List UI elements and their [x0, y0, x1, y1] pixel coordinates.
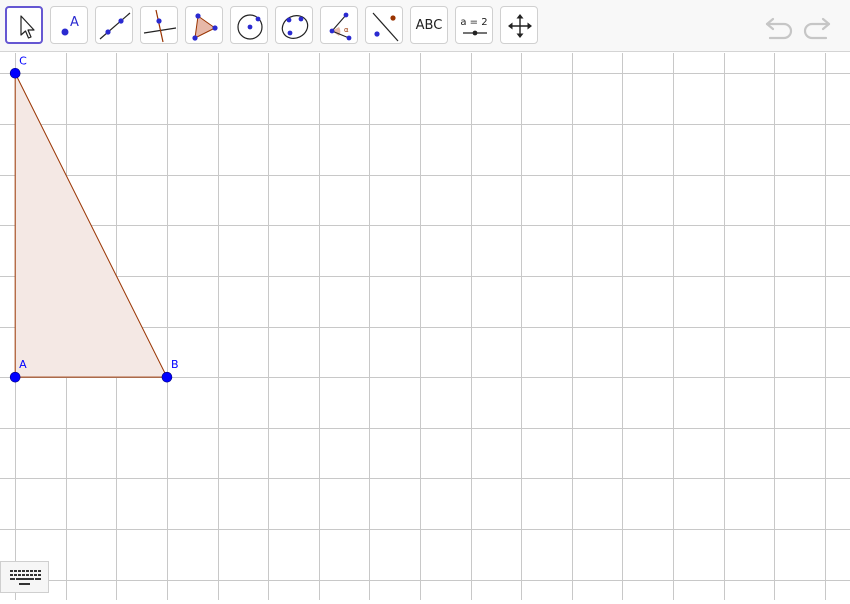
- keyboard-icon: [10, 570, 41, 585]
- keyboard-button[interactable]: [0, 561, 49, 593]
- undo-icon: [765, 17, 793, 40]
- point-label-b: B: [171, 358, 179, 371]
- perpendicular-line-icon: [143, 9, 177, 43]
- point-tool-button[interactable]: A: [50, 6, 88, 44]
- toolbar: A α ABC a = 2: [0, 0, 850, 52]
- point-b[interactable]: [161, 371, 173, 383]
- point-c[interactable]: [9, 67, 21, 79]
- point-label-c: C: [19, 54, 27, 67]
- line-tool-button[interactable]: [95, 6, 133, 44]
- polygon-icon: [192, 13, 218, 41]
- angle-tool-label: α: [344, 26, 349, 34]
- point-label-a: A: [19, 358, 27, 371]
- polygon-tool-button[interactable]: [185, 6, 223, 44]
- slider-tool-button[interactable]: a = 2: [455, 6, 493, 44]
- slider-icon: [463, 30, 487, 36]
- reflect-tool-button[interactable]: [365, 6, 403, 44]
- point-a[interactable]: [9, 371, 21, 383]
- angle-tool-button[interactable]: α: [320, 6, 358, 44]
- graphics-view[interactable]: A B C: [0, 53, 850, 600]
- move-view-icon: [508, 14, 532, 38]
- angle-icon: α: [329, 12, 352, 41]
- point-tool-label: A: [70, 15, 79, 30]
- undo-button[interactable]: [764, 12, 796, 40]
- line-through-points-icon: [99, 12, 131, 40]
- text-icon: ABC: [415, 17, 443, 33]
- redo-icon: [803, 17, 831, 40]
- circle-tool-button[interactable]: [230, 6, 268, 44]
- text-tool-button[interactable]: ABC: [410, 6, 448, 44]
- move-tool-button[interactable]: [5, 6, 43, 44]
- move-view-tool-button[interactable]: [500, 6, 538, 44]
- move-arrow-icon: [20, 15, 35, 39]
- circle-center-point-icon: [237, 14, 263, 40]
- ellipse-tool-button[interactable]: [275, 6, 313, 44]
- perpendicular-line-tool-button[interactable]: [140, 6, 178, 44]
- redo-button[interactable]: [800, 12, 832, 40]
- point-icon: A: [61, 15, 79, 36]
- reflect-icon: [372, 12, 399, 42]
- ellipse-icon: [281, 15, 309, 39]
- graphics-canvas[interactable]: A B C: [0, 53, 850, 600]
